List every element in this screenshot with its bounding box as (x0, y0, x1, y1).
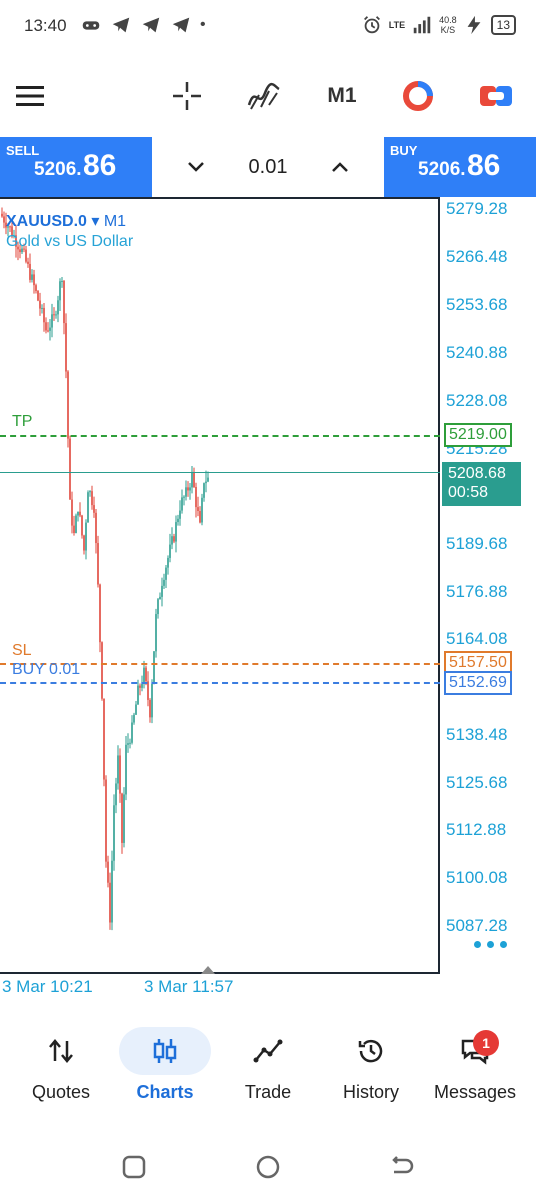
nav-messages[interactable]: 1 Messages (425, 1022, 525, 1122)
price-axis-label: 5240.88 (446, 343, 508, 362)
price-axis-label: 5279.28 (446, 199, 508, 218)
chart-toolbar: M1 (0, 64, 536, 128)
chart-area[interactable]: XAUUSD.0 ▾ M1 Gold vs US Dollar 5279.28 … (0, 197, 536, 1002)
nav-quotes-label: Quotes (31, 1082, 91, 1102)
volume-control: 0.01 (152, 137, 384, 197)
one-click-trading-icon (480, 86, 512, 106)
battery-level: 13 (490, 15, 516, 35)
objects-button[interactable] (398, 76, 438, 116)
volume-increase-button[interactable] (326, 153, 354, 181)
sell-price-big: 86 (83, 149, 117, 182)
system-navigation (0, 1140, 536, 1200)
trade-bar: SELL 5206. 86 0.01 BUY 5206. 86 (0, 137, 536, 197)
one-click-trading-button[interactable] (476, 76, 516, 116)
messages-badge: 1 (473, 1030, 499, 1056)
game-controller-icon (82, 21, 100, 30)
time-scroll-marker-icon[interactable] (201, 966, 215, 974)
buy-button[interactable]: BUY 5206. 86 (384, 137, 536, 197)
time-axis-label: 3 Mar 11:57 (144, 977, 234, 996)
symbol-name: XAUUSD.0 (6, 213, 87, 230)
telegram-icon (142, 17, 160, 33)
timeframe-button[interactable]: M1 (320, 76, 364, 116)
network-type: LTE (388, 19, 406, 30)
bid-price-line (0, 472, 440, 473)
price-axis-label: 5100.08 (446, 868, 508, 887)
symbol-description: Gold vs US Dollar (6, 233, 134, 250)
nav-charts-label: Charts (136, 1082, 194, 1102)
buy-price-big: 86 (467, 149, 501, 182)
price-axis-label: 5125.68 (446, 773, 508, 792)
history-clock-icon (358, 1039, 383, 1063)
stop-loss-label: SL (12, 642, 32, 659)
nav-quotes[interactable]: Quotes (11, 1022, 111, 1122)
sell-price-small: 5206. (34, 159, 82, 180)
symbol-dropdown-arrow: ▾ (91, 213, 100, 230)
more-options-button[interactable] (474, 941, 507, 948)
indicators-icon (247, 82, 280, 110)
bar-countdown: 00:58 (448, 484, 489, 501)
charging-icon (467, 15, 481, 35)
price-axis-label: 5189.68 (446, 534, 508, 553)
hamburger-menu-icon (16, 86, 44, 106)
nav-trade[interactable]: Trade (218, 1022, 318, 1122)
sell-button[interactable]: SELL 5206. 86 (0, 137, 152, 197)
status-time: 13:40 (24, 16, 67, 35)
nav-history-label: History (342, 1082, 399, 1102)
time-axis-label: 3 Mar 10:21 (2, 977, 93, 996)
take-profit-label: TP (12, 413, 33, 430)
buy-price-small: 5206. (418, 159, 466, 180)
more-dot (487, 941, 494, 948)
price-axis-label: 5228.08 (446, 391, 508, 410)
notification-dot: • (200, 16, 206, 33)
timeframe-label: M1 (327, 84, 357, 107)
price-axis-label: 5087.28 (446, 916, 508, 935)
price-axis-label: 5138.48 (446, 725, 508, 744)
home-icon[interactable] (253, 1152, 283, 1182)
recents-icon[interactable] (119, 1152, 149, 1182)
nav-history[interactable]: History (321, 1022, 421, 1122)
bottom-navigation: Quotes Charts Trade History 1 Messages (0, 1022, 536, 1122)
nav-charts[interactable]: Charts (101, 1022, 229, 1122)
position-price-tag: 5152.69 (444, 671, 512, 695)
back-icon[interactable] (386, 1152, 416, 1182)
price-axis-label: 5112.88 (446, 820, 507, 839)
chart-symbol-header[interactable]: XAUUSD.0 ▾ M1 (6, 211, 126, 231)
bid-price-tag: 5208.68 00:58 (442, 462, 521, 506)
indicators-button[interactable] (244, 76, 284, 116)
chevron-up-icon (332, 162, 348, 172)
symbol-timeframe: M1 (103, 213, 127, 230)
nav-trade-label: Trade (244, 1082, 292, 1102)
trade-line-icon (253, 1039, 283, 1063)
signal-icon (413, 16, 431, 34)
menu-button[interactable] (10, 76, 50, 116)
alarm-icon (363, 16, 380, 34)
more-dot (500, 941, 507, 948)
net-speed: 40.8 K/S (439, 15, 457, 35)
price-axis-label: 5164.08 (446, 629, 508, 648)
telegram-icon (172, 17, 190, 33)
telegram-icon (112, 17, 130, 33)
take-profit-line[interactable] (0, 435, 440, 437)
objects-icon (403, 81, 433, 111)
price-axis-label: 5176.88 (446, 582, 508, 601)
status-bar: 13:40 • LTE 40.8 K/S 13 (0, 0, 536, 56)
charts-candles-icon (153, 1039, 177, 1063)
crosshair-icon (173, 82, 201, 110)
buy-label: BUY (390, 143, 418, 158)
take-profit-price-tag: 5219.00 (444, 423, 512, 447)
position-line[interactable] (0, 682, 440, 684)
sell-label: SELL (6, 143, 40, 158)
price-axis-label: 5253.68 (446, 295, 508, 314)
price-axis-label: 5266.48 (446, 247, 508, 266)
nav-messages-label: Messages (433, 1082, 517, 1102)
chart-frame (0, 197, 440, 974)
bid-price: 5208.68 (448, 465, 506, 482)
position-label: BUY 0.01 (12, 661, 81, 678)
more-dot (474, 941, 481, 948)
quotes-arrows-icon (49, 1039, 73, 1063)
crosshair-button[interactable] (167, 76, 207, 116)
